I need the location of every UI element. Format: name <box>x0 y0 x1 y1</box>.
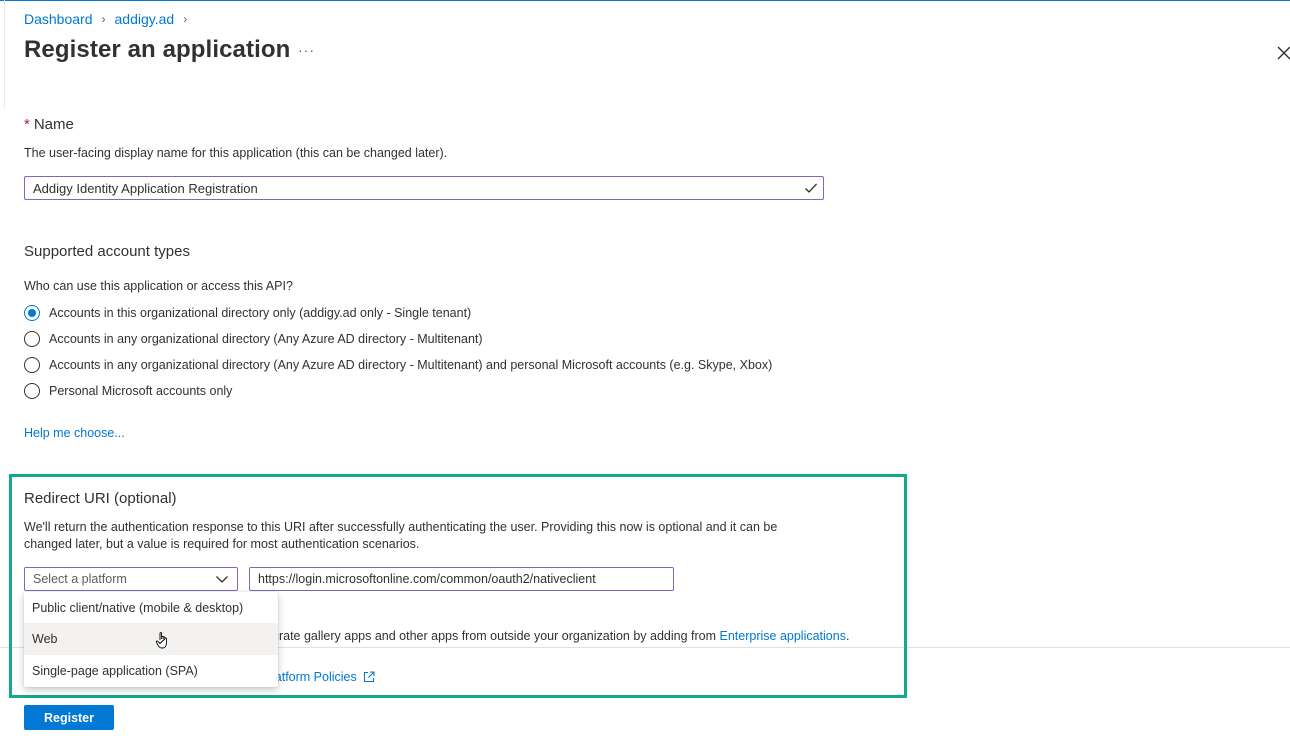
blade-left-edge <box>0 0 5 108</box>
radio-button[interactable] <box>24 331 40 347</box>
account-types-question: Who can use this application or access t… <box>24 279 293 293</box>
required-marker: * <box>24 116 30 133</box>
hand-pointer-icon <box>155 632 167 649</box>
name-section-label: * Name <box>24 116 74 133</box>
account-types-label: Supported account types <box>24 243 190 260</box>
name-label: Name <box>33 116 74 133</box>
radio-personal-only[interactable]: Personal Microsoft accounts only <box>24 383 232 399</box>
register-button[interactable]: Register <box>24 705 114 730</box>
chevron-right-icon: › <box>183 12 188 26</box>
name-input[interactable] <box>24 176 824 200</box>
platform-dropdown-menu: Public client/native (mobile & desktop) … <box>24 592 278 687</box>
breadcrumb: Dashboard › addigy.ad › <box>24 11 196 27</box>
breadcrumb-addigy-ad[interactable]: addigy.ad <box>115 11 175 27</box>
radio-label: Accounts in any organizational directory… <box>49 358 773 372</box>
radio-single-tenant[interactable]: Accounts in this organizational director… <box>24 305 471 321</box>
help-me-choose-link[interactable]: Help me choose... <box>24 426 125 440</box>
chevron-right-icon: › <box>101 12 106 26</box>
breadcrumb-dashboard[interactable]: Dashboard <box>24 11 93 27</box>
checkmark-icon <box>805 183 817 193</box>
radio-label: Accounts in any organizational directory… <box>49 332 483 346</box>
page-title: Register an application <box>24 36 291 63</box>
platform-option-spa[interactable]: Single-page application (SPA) <box>24 655 278 687</box>
radio-multitenant[interactable]: Accounts in any organizational directory… <box>24 331 483 347</box>
radio-button-selected[interactable] <box>24 305 40 321</box>
close-icon[interactable] <box>1273 42 1290 64</box>
platform-option-web[interactable]: Web <box>24 623 278 655</box>
platform-option-public-client[interactable]: Public client/native (mobile & desktop) <box>24 592 278 624</box>
more-options-button[interactable]: ··· <box>298 42 315 58</box>
name-description: The user-facing display name for this ap… <box>24 146 448 160</box>
top-accent-line <box>0 0 1290 1</box>
radio-label: Personal Microsoft accounts only <box>49 384 233 398</box>
radio-label: Accounts in this organizational director… <box>49 306 472 320</box>
radio-multitenant-personal[interactable]: Accounts in any organizational directory… <box>24 357 772 373</box>
radio-button[interactable] <box>24 383 40 399</box>
radio-button[interactable] <box>24 357 40 373</box>
